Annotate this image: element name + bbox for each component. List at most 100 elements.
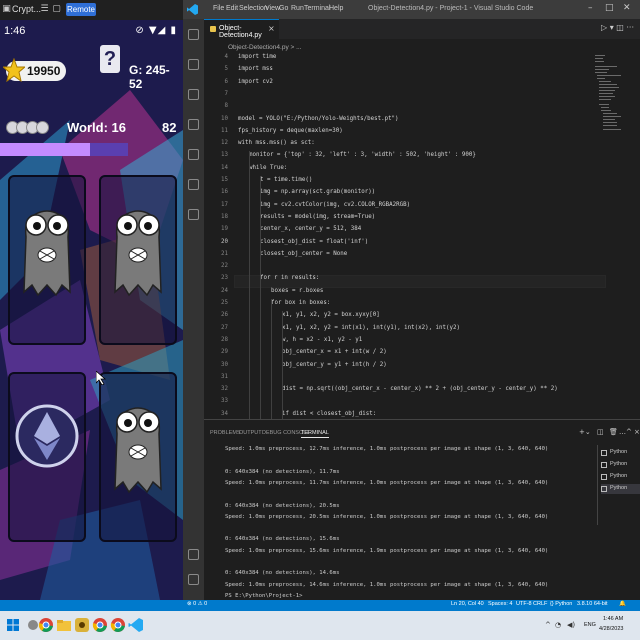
minimap[interactable] xyxy=(593,53,623,133)
tab-terminal[interactable]: TERMINAL xyxy=(301,430,329,438)
minimize-icon[interactable]: – xyxy=(588,3,593,13)
new-terminal-icon[interactable]: +⌄ xyxy=(579,428,591,436)
source-control-icon[interactable] xyxy=(188,89,199,100)
indentation[interactable]: Spaces: 4 xyxy=(488,601,512,607)
mirror-title-bar: ▣ Crypt... ☰ ▢ Remote xyxy=(0,0,183,20)
line-number: 15 xyxy=(221,177,228,183)
menu-file[interactable]: File xyxy=(213,5,224,12)
wifi-icon[interactable]: ◔ xyxy=(555,621,561,629)
explorer-icon[interactable] xyxy=(188,29,199,40)
close-panel-icon[interactable]: × xyxy=(634,428,640,436)
clock-time[interactable]: 1:46 AM xyxy=(603,616,623,622)
cursor-position[interactable]: Ln 20, Col 40 xyxy=(451,601,484,607)
split-terminal-icon[interactable]: ◫ xyxy=(597,428,604,436)
line-number: 30 xyxy=(221,361,228,368)
line-number: 17 xyxy=(221,201,228,208)
status-bar: ⊗ 0 ⚠ 0 Ln 20, Col 40 Spaces: 4 UTF-8 CR… xyxy=(183,600,640,611)
menu-edit[interactable]: Edit xyxy=(226,5,238,12)
code-text: for box in boxes: xyxy=(271,300,331,306)
memory-card[interactable] xyxy=(99,175,177,345)
terminal-instance[interactable]: Python xyxy=(601,460,640,470)
code-line: 12 with mss.mss() as sct: xyxy=(204,137,604,149)
run-split-actions-icon[interactable]: ▷ ▾ ◫ ··· xyxy=(601,23,634,32)
code-text: x1, y1, x2, y2 = int(x1), int(y1), int(x… xyxy=(282,324,460,331)
tray-chevron-icon[interactable]: ^ xyxy=(545,621,551,629)
extensions-icon[interactable] xyxy=(188,149,199,160)
terminal-icon xyxy=(601,474,607,480)
search-icon[interactable] xyxy=(28,620,38,630)
code-line: 19 center_x, center_y = 512, 384 xyxy=(204,223,604,235)
tab-object-detection4[interactable]: Object-Detection4.py × xyxy=(204,19,279,39)
line-number: 22 xyxy=(221,263,228,270)
line-number: 7 xyxy=(224,90,229,97)
lock-icon[interactable]: ▢ xyxy=(52,5,61,14)
remote-explorer-icon[interactable] xyxy=(188,209,199,220)
vscode-taskbar-icon[interactable] xyxy=(128,617,144,633)
mirror-title: Crypt... xyxy=(12,4,42,14)
chrome-icon[interactable] xyxy=(38,617,54,633)
code-line: 24 boxes = r.boxes xyxy=(204,285,604,297)
tab-problems[interactable]: PROBLEMS xyxy=(210,430,241,436)
language-indicator[interactable]: ENG xyxy=(584,622,596,628)
terminal-instance[interactable]: Python xyxy=(601,484,640,494)
interpreter[interactable]: 3.8.10 64-bit xyxy=(577,601,608,607)
memory-card[interactable] xyxy=(8,175,86,345)
menu-terminal[interactable]: Terminal xyxy=(304,5,330,12)
maximize-panel-icon[interactable]: ^ xyxy=(626,428,632,436)
app-icon[interactable] xyxy=(74,617,90,633)
monster-icon xyxy=(114,407,162,494)
world-label: World: 16 xyxy=(67,120,126,135)
tab-close-icon[interactable]: × xyxy=(268,24,275,33)
windows-start-icon[interactable] xyxy=(7,619,19,631)
help-button[interactable]: ? xyxy=(100,45,120,73)
memory-card[interactable] xyxy=(8,372,86,542)
close-icon[interactable]: ✕ xyxy=(623,3,631,13)
terminal-instance[interactable]: Python xyxy=(601,472,640,482)
menu-view[interactable]: View xyxy=(265,5,280,12)
notifications-icon[interactable]: 🔔 xyxy=(619,601,626,607)
world-progress-bar xyxy=(0,143,128,156)
menu-selection[interactable]: Selection xyxy=(239,5,268,12)
line-number: 28 xyxy=(221,336,228,343)
settings-gear-icon[interactable] xyxy=(188,574,199,585)
kill-terminal-icon[interactable]: 🗑 xyxy=(609,428,618,436)
terminal-instance-label: Python xyxy=(610,449,628,455)
code-line: 30 obj_center_y = y1 + int(h / 2) xyxy=(204,359,604,371)
code-line: 21 closest_obj_center = None xyxy=(204,248,604,260)
encoding[interactable]: UTF-8 xyxy=(516,601,532,607)
phone-mirror-window[interactable]: ▣ Crypt... ☰ ▢ Remote 1:46 ⊘ ▼◢ ▮ 19950 … xyxy=(0,0,183,600)
maximize-icon[interactable]: □ xyxy=(605,3,614,13)
menu-help[interactable]: Help xyxy=(329,5,343,12)
remote-button[interactable]: Remote xyxy=(66,3,96,16)
vscode-window[interactable]: File Edit Selection View Go Run Terminal… xyxy=(183,0,640,611)
chrome-icon[interactable] xyxy=(92,617,108,633)
breadcrumb[interactable]: Object-Detection4.py > ... xyxy=(228,44,302,51)
menu-go[interactable]: Go xyxy=(279,5,288,12)
code-text: img = np.array(sct.grab(monitor)) xyxy=(260,189,376,196)
tab-output[interactable]: OUTPUT xyxy=(239,430,262,436)
account-icon[interactable] xyxy=(188,549,199,560)
g-score: G: 245-52 xyxy=(129,63,170,91)
more-actions-icon[interactable]: … xyxy=(619,428,626,436)
menu-icon[interactable]: ☰ xyxy=(40,5,49,14)
code-text: t = time.time() xyxy=(260,177,313,183)
terminal-icon xyxy=(601,486,607,492)
testing-icon[interactable] xyxy=(188,179,199,190)
memory-card[interactable] xyxy=(99,372,177,542)
code-editor[interactable]: 4 import time 5 import mss 6 import cv2 7 8 10 mo… xyxy=(204,51,640,419)
language-mode[interactable]: {} Python xyxy=(550,601,572,607)
android-status-bar: 1:46 ⊘ ▼◢ ▮ xyxy=(0,24,183,42)
terminal-instance[interactable]: Python xyxy=(601,448,640,458)
clock-date[interactable]: 4/28/2023 xyxy=(599,626,623,632)
world-progress-fill xyxy=(0,143,90,156)
problems-status[interactable]: ⊗ 0 ⚠ 0 xyxy=(187,601,207,607)
line-endings[interactable]: CRLF xyxy=(533,601,547,607)
chrome-icon[interactable] xyxy=(110,617,126,633)
run-debug-icon[interactable] xyxy=(188,119,199,130)
code-text: center_x, center_y = 512, 384 xyxy=(260,226,362,233)
menu-run[interactable]: Run xyxy=(291,5,304,12)
world-count: 82 xyxy=(162,120,177,135)
volume-icon[interactable]: ◀) xyxy=(567,621,575,629)
file-explorer-icon[interactable] xyxy=(56,617,72,633)
search-icon[interactable] xyxy=(188,59,199,70)
